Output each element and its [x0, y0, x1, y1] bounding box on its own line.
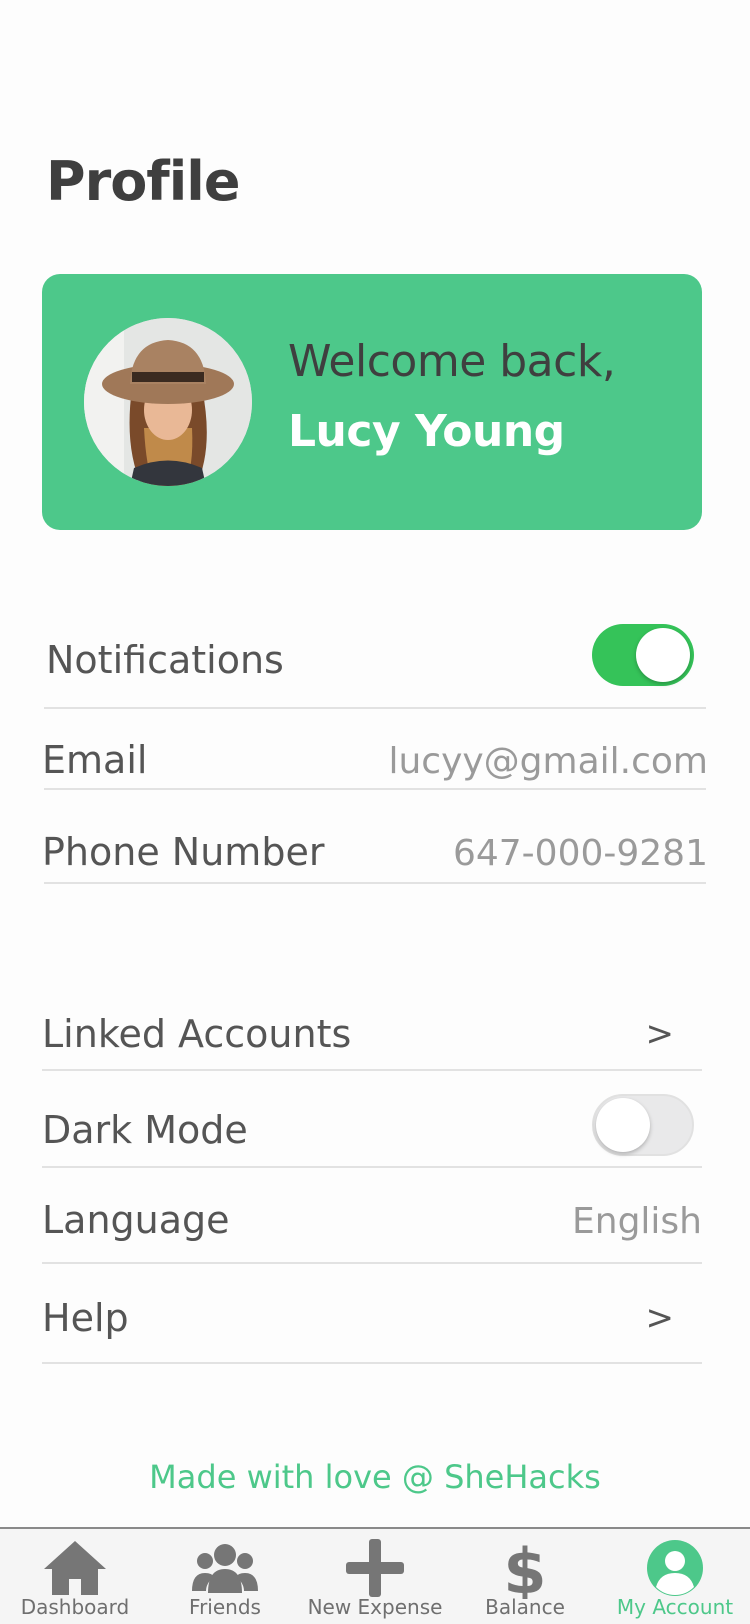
tab-label: Balance [485, 1595, 565, 1619]
welcome-greeting: Welcome back, [288, 336, 616, 387]
user-circle-icon [647, 1540, 703, 1596]
phone-row[interactable]: Phone Number 647-000-9281 [42, 822, 708, 882]
divider [42, 1069, 702, 1071]
phone-value: 647-000-9281 [452, 833, 708, 874]
linked-accounts-row[interactable]: Linked Accounts > [42, 1004, 702, 1064]
help-label: Help [42, 1296, 129, 1340]
tab-label: New Expense [307, 1595, 443, 1619]
home-icon [44, 1541, 106, 1595]
dark-mode-toggle[interactable] [592, 1094, 694, 1156]
email-label: Email [42, 738, 148, 782]
welcome-user-name: Lucy Young [288, 406, 565, 457]
plus-icon [346, 1539, 404, 1597]
profile-screen: Profile Welcome back, Lucy Young Notific… [0, 0, 750, 1624]
tab-label: My Account [616, 1595, 734, 1619]
tab-dashboard[interactable]: Dashboard [0, 1529, 150, 1624]
toggle-knob [636, 628, 690, 682]
avatar[interactable] [84, 318, 252, 486]
language-row[interactable]: Language English [42, 1190, 702, 1250]
divider [44, 707, 706, 709]
tab-friends[interactable]: Friends [150, 1529, 300, 1624]
linked-accounts-label: Linked Accounts [42, 1012, 352, 1056]
divider [42, 1262, 702, 1264]
help-row[interactable]: Help > [42, 1288, 702, 1348]
toggle-knob [596, 1098, 650, 1152]
language-label: Language [42, 1198, 230, 1242]
dollar-icon: $ [503, 1537, 546, 1599]
notifications-toggle[interactable] [592, 624, 694, 686]
chevron-right-icon: > [645, 1298, 675, 1338]
language-value: English [572, 1201, 702, 1242]
users-icon [192, 1544, 258, 1593]
page-title: Profile [46, 150, 240, 213]
tab-bar: Dashboard Friends New Expense $ Balance … [0, 1527, 750, 1624]
footer-note: Made with love @ SheHacks [149, 1458, 601, 1496]
divider [42, 1166, 702, 1168]
avatar-image [84, 318, 252, 486]
tab-label: Friends [189, 1595, 261, 1619]
notifications-label: Notifications [46, 638, 284, 682]
dark-mode-label: Dark Mode [42, 1108, 248, 1152]
tab-balance[interactable]: $ Balance [450, 1529, 600, 1624]
svg-text:$: $ [503, 1537, 546, 1599]
tab-my-account[interactable]: My Account [600, 1529, 750, 1624]
tab-new-expense[interactable]: New Expense [300, 1529, 450, 1624]
divider [44, 882, 706, 884]
email-row[interactable]: Email lucyy@gmail.com [42, 730, 708, 790]
chevron-right-icon: > [645, 1014, 675, 1054]
welcome-card: Welcome back, Lucy Young [42, 274, 702, 530]
divider [42, 1362, 702, 1364]
email-value: lucyy@gmail.com [388, 741, 708, 782]
divider [44, 788, 706, 790]
phone-label: Phone Number [42, 830, 325, 874]
dark-mode-row: Dark Mode [42, 1100, 562, 1160]
tab-label: Dashboard [20, 1595, 130, 1619]
